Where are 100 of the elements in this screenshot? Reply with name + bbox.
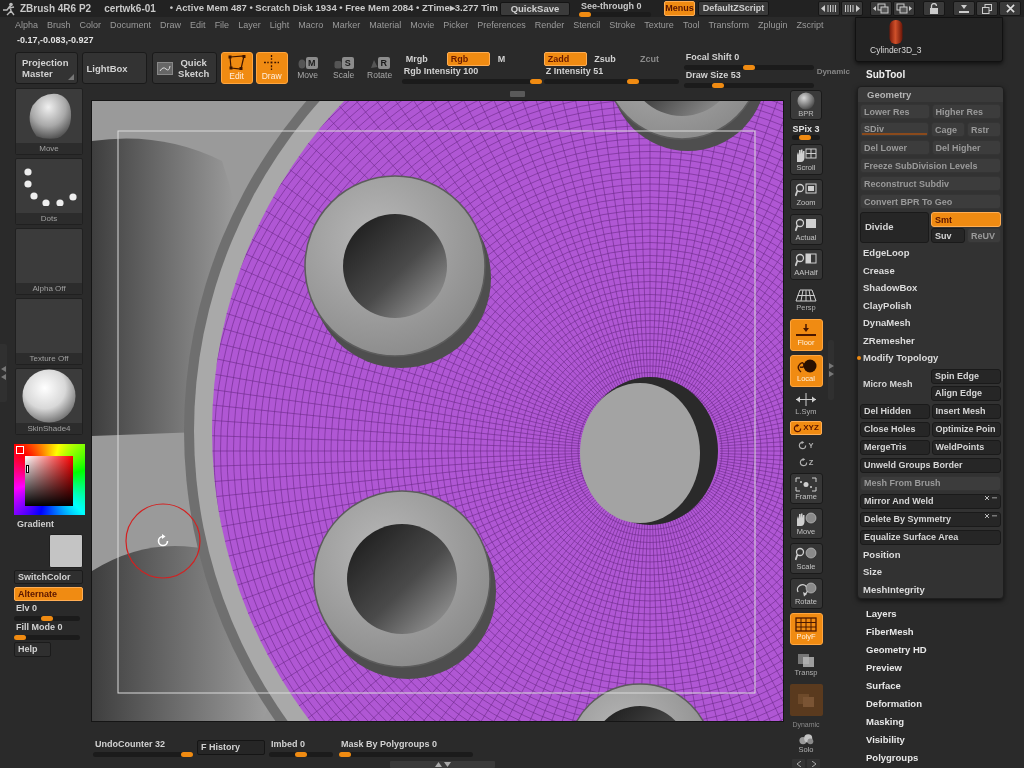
lock-button[interactable] bbox=[923, 1, 945, 16]
geometry-button[interactable]: Suv bbox=[931, 228, 965, 243]
alpha-thumbnail[interactable]: Alpha Off bbox=[15, 228, 83, 295]
color-gradient-square[interactable] bbox=[25, 456, 73, 506]
geometry-button[interactable]: MergeTris bbox=[860, 439, 930, 455]
slider-track[interactable] bbox=[93, 752, 193, 757]
subtool-item[interactable]: Cylinder3D_3 bbox=[870, 19, 922, 55]
menu-item[interactable]: Render bbox=[534, 18, 565, 33]
geometry-button[interactable]: Align Edge bbox=[931, 385, 1001, 401]
subpalette-header[interactable]: Size bbox=[860, 565, 1001, 580]
mode-toggle[interactable]: Rgb bbox=[446, 52, 490, 66]
geometry-button[interactable]: Insert Mesh bbox=[931, 403, 1001, 419]
mode-button[interactable]: M Move bbox=[291, 52, 324, 84]
shelf-collapse-handle[interactable] bbox=[0, 344, 7, 402]
toolbar-collapse-handle[interactable] bbox=[828, 340, 834, 400]
menu-item[interactable]: Tool bbox=[682, 18, 700, 33]
menu-item[interactable]: Zscript bbox=[796, 18, 824, 33]
mode-toggle[interactable]: M bbox=[493, 52, 514, 66]
ghost-toggle[interactable] bbox=[789, 684, 823, 716]
menu-item[interactable]: Picker bbox=[443, 18, 469, 33]
mode-toggle[interactable]: Zsub bbox=[590, 52, 636, 66]
switch-color-button[interactable]: SwitchColor bbox=[14, 570, 83, 584]
subpalette-header[interactable]: Crease bbox=[860, 263, 1001, 278]
brush-thumbnail[interactable]: Move bbox=[15, 88, 83, 155]
slider-thumb[interactable] bbox=[627, 79, 640, 84]
geometry-button[interactable]: Close Holes bbox=[860, 421, 930, 437]
subpalette-header[interactable]: EdgeLoop bbox=[860, 246, 1001, 261]
menu-item[interactable]: Stencil bbox=[573, 18, 601, 33]
close-button[interactable] bbox=[999, 1, 1021, 16]
texture-thumbnail[interactable]: Texture Off bbox=[15, 298, 83, 365]
menu-item[interactable]: Texture bbox=[644, 18, 674, 33]
menu-item[interactable]: Material bbox=[369, 18, 402, 33]
slider-track[interactable] bbox=[683, 83, 814, 88]
slider-thumb[interactable] bbox=[339, 752, 351, 757]
slider-track[interactable] bbox=[683, 65, 814, 70]
geometry-button[interactable]: Spin Edge bbox=[931, 368, 1001, 384]
menu-item[interactable]: Brush bbox=[47, 18, 71, 33]
slider-thumb[interactable] bbox=[578, 11, 591, 17]
divide-button[interactable]: Divide bbox=[860, 212, 929, 243]
menu-item[interactable]: Draw bbox=[160, 18, 182, 33]
menu-item[interactable]: Color bbox=[79, 18, 102, 33]
geometry-button[interactable]: Smt bbox=[931, 212, 1001, 227]
menus-toggle[interactable]: Menus bbox=[663, 1, 695, 16]
scroll-right-button[interactable] bbox=[841, 1, 863, 16]
slider-thumb[interactable] bbox=[529, 79, 542, 84]
palette-header[interactable]: Polygroups bbox=[866, 749, 996, 767]
slider-thumb[interactable] bbox=[181, 752, 193, 757]
xyz-toggle[interactable]: XYZ bbox=[790, 421, 822, 435]
slider-thumb[interactable] bbox=[742, 65, 755, 70]
subpalette-header[interactable]: Modify Topology bbox=[860, 351, 1001, 366]
geometry-button[interactable]: Del Hidden bbox=[860, 403, 930, 419]
lightbox-button[interactable]: LightBox bbox=[82, 52, 147, 84]
menu-item[interactable]: Edit bbox=[190, 18, 206, 33]
micro-mesh-button[interactable]: Micro Mesh bbox=[860, 368, 929, 401]
mode-toggle[interactable]: Mrgb bbox=[401, 52, 447, 66]
palette-header[interactable]: FiberMesh bbox=[866, 623, 996, 641]
projection-master-button[interactable]: Projection Master bbox=[15, 52, 79, 84]
canvas-scroll-thumb[interactable] bbox=[510, 91, 525, 97]
menu-item[interactable]: Stroke bbox=[609, 18, 636, 33]
layout-next-button[interactable] bbox=[893, 1, 915, 16]
subpalette-header[interactable]: ZRemesher bbox=[860, 333, 1001, 348]
slider-track[interactable] bbox=[14, 635, 80, 640]
subpalette-header[interactable]: DynaMesh bbox=[860, 316, 1001, 331]
palette-header[interactable]: Surface bbox=[866, 677, 996, 695]
menu-item[interactable]: Alpha bbox=[15, 18, 39, 33]
zscript-button[interactable]: DefaultZScript bbox=[697, 1, 769, 16]
menu-item[interactable]: Zplugin bbox=[758, 18, 788, 33]
tray-right-button[interactable] bbox=[807, 759, 820, 768]
help-button[interactable]: Help bbox=[14, 642, 51, 657]
slider-thumb[interactable] bbox=[295, 752, 307, 757]
menu-item[interactable]: Layer bbox=[238, 18, 261, 33]
menu-item[interactable]: Light bbox=[269, 18, 290, 33]
menu-item[interactable]: Preferences bbox=[477, 18, 526, 33]
menu-item[interactable]: Marker bbox=[332, 18, 361, 33]
subpalette-header[interactable]: ClayPolish bbox=[860, 298, 1001, 313]
slider-track[interactable] bbox=[792, 135, 820, 140]
material-thumbnail[interactable]: SkinShade4 bbox=[15, 368, 83, 435]
slider-track[interactable] bbox=[14, 616, 80, 621]
layout-prev-button[interactable] bbox=[870, 1, 892, 16]
alternate-toggle[interactable]: Alternate bbox=[14, 587, 83, 601]
tray-left-button[interactable] bbox=[792, 759, 805, 768]
history-button[interactable]: F History bbox=[197, 740, 265, 755]
menu-item[interactable]: File bbox=[214, 18, 230, 33]
subpalette-header[interactable]: Position bbox=[860, 547, 1001, 562]
stroke-thumbnail[interactable]: Dots bbox=[15, 158, 83, 225]
geometry-button[interactable]: Optimize Poin bbox=[931, 421, 1001, 437]
geometry-palette-header[interactable]: Geometry bbox=[858, 87, 1003, 102]
restore-button[interactable] bbox=[976, 1, 998, 16]
geometry-button[interactable]: Delete By Symmetry bbox=[860, 511, 1001, 527]
subpalette-header[interactable]: MeshIntegrity bbox=[860, 582, 1001, 597]
geometry-button[interactable]: Unweld Groups Border bbox=[860, 457, 1001, 473]
tray-handle[interactable] bbox=[390, 761, 495, 768]
slider-thumb[interactable] bbox=[799, 135, 812, 140]
quicksave-button[interactable]: QuickSave bbox=[499, 1, 570, 16]
palette-header[interactable]: Deformation bbox=[866, 695, 996, 713]
slider-thumb[interactable] bbox=[41, 616, 53, 621]
menu-item[interactable]: Macro bbox=[298, 18, 324, 33]
geometry-button[interactable]: Equalize Surface Area bbox=[860, 529, 1001, 545]
color-swatch[interactable] bbox=[49, 534, 83, 568]
scroll-left-button[interactable] bbox=[818, 1, 840, 16]
